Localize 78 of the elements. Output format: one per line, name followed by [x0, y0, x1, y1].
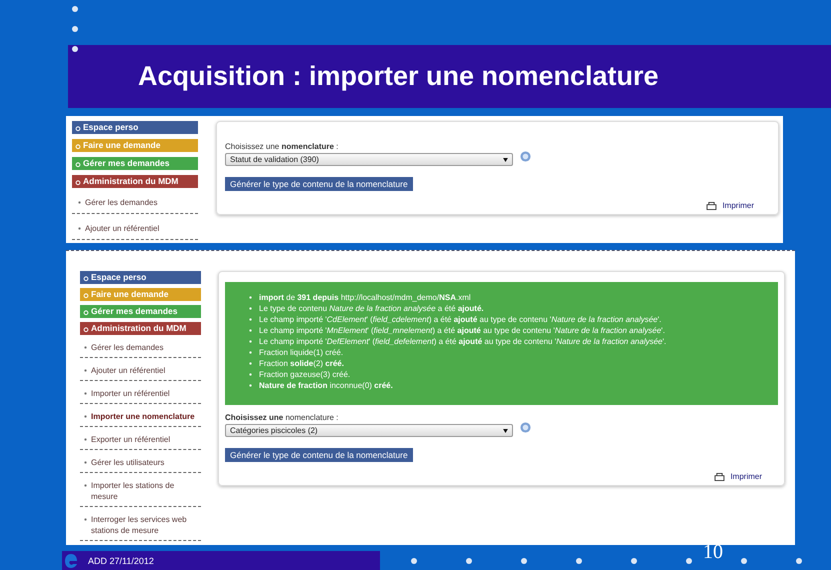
- bullet-icon: [84, 415, 87, 418]
- generate-button[interactable]: Générer le type de contenu de la nomenclature: [225, 448, 413, 462]
- bullet-icon: [84, 392, 87, 395]
- bullet-icon: [84, 484, 87, 487]
- submenu-link[interactable]: Importer les stations de mesure: [80, 477, 201, 507]
- bullet-icon: [83, 291, 89, 299]
- submenu-link[interactable]: Importer une nomenclature: [80, 408, 201, 427]
- status-message: Le champ importé 'MnElement' (field_mnelement) a été ajouté au type de contenu 'Nature de la fraction analysée'.: [259, 325, 665, 336]
- printer-icon: [706, 202, 718, 210]
- bullet-icon: [249, 351, 252, 354]
- bullet-icon: [75, 142, 81, 150]
- page-number: 10: [703, 541, 723, 564]
- bullet-dot: [72, 26, 78, 32]
- bullet-dot: [796, 558, 802, 564]
- bullet-icon: [84, 438, 87, 441]
- submenu-link[interactable]: Gérer les utilisateurs: [80, 454, 201, 473]
- help-icon[interactable]: [520, 151, 531, 162]
- bullet-icon: [83, 308, 89, 316]
- logo-icon: [64, 552, 78, 568]
- bullet-icon: [249, 296, 252, 299]
- status-message: Fraction liquide(1) créé.: [259, 347, 344, 358]
- help-icon[interactable]: [520, 422, 531, 433]
- bullet-icon: [78, 227, 81, 230]
- bullet-icon: [78, 201, 81, 204]
- status-message: Fraction solide(2) créé.: [259, 358, 344, 369]
- field-label: Choisissez une nomenclature :: [225, 413, 338, 422]
- bullet-icon: [84, 369, 87, 372]
- bullet-dot: [631, 558, 637, 564]
- printer-icon: [714, 472, 726, 480]
- bullet-dot: [466, 558, 472, 564]
- bullet-icon: [84, 518, 87, 521]
- caret-icon: [503, 428, 508, 432]
- caret-icon: [503, 158, 508, 162]
- nomenclature-dropdown[interactable]: Statut de validation (390): [225, 153, 513, 166]
- status-message: import de 391 depuis http://localhost/mdm_demo/NSA.xml: [259, 292, 471, 303]
- bullet-dot: [741, 558, 747, 564]
- bullet-icon: [84, 346, 87, 349]
- bullet-icon: [249, 340, 252, 343]
- submenu-link[interactable]: Gérer les demandes: [72, 193, 198, 214]
- menu-item[interactable]: Administration du MDM: [72, 175, 198, 188]
- menu-item[interactable]: Espace perso: [80, 271, 201, 284]
- status-message: Nature de fraction inconnue(0) créé.: [259, 380, 393, 391]
- bullet-icon: [249, 307, 252, 310]
- bullet-dot: [576, 558, 582, 564]
- bullet-icon: [83, 274, 89, 282]
- bullet-dot: [411, 558, 417, 564]
- status-message: Le champ importé 'CdElement' (field_cdelement) a été ajouté au type de contenu 'Nature de la fraction analysée'.: [259, 314, 662, 325]
- print-link[interactable]: Imprimer: [730, 472, 762, 481]
- bullet-icon: [249, 384, 252, 387]
- menu-item[interactable]: Administration du MDM: [80, 322, 201, 335]
- submenu-link[interactable]: Interroger les services web stations de mesure: [80, 511, 201, 541]
- field-label: Choisissez une nomenclature :: [225, 142, 338, 151]
- bullet-dot: [521, 558, 527, 564]
- bullet-icon: [249, 329, 252, 332]
- bullet-icon: [75, 160, 81, 168]
- submenu-link[interactable]: Gérer les demandes: [80, 339, 201, 358]
- bullet-icon: [249, 373, 252, 376]
- submenu-link[interactable]: Exporter un référentiel: [80, 431, 201, 450]
- status-message: Le type de contenu Nature de la fraction analysée a été ajouté.: [259, 303, 484, 314]
- slide-title: Acquisition : importer une nomenclature: [138, 61, 659, 92]
- bullet-icon: [249, 318, 252, 321]
- submenu-link[interactable]: Ajouter un référentiel: [80, 362, 201, 381]
- menu-item[interactable]: Espace perso: [72, 121, 198, 134]
- status-message: Fraction gazeuse(3) créé.: [259, 369, 350, 380]
- print-link[interactable]: Imprimer: [722, 201, 754, 210]
- submenu-link[interactable]: Ajouter un référentiel: [72, 219, 198, 240]
- bullet-icon: [83, 325, 89, 333]
- bullet-dot: [72, 6, 78, 12]
- bullet-icon: [249, 362, 252, 365]
- bullet-icon: [75, 124, 81, 132]
- nomenclature-dropdown[interactable]: Catégories piscicoles (2): [225, 424, 513, 437]
- generate-button[interactable]: Générer le type de contenu de la nomenclature: [225, 177, 413, 191]
- status-message: Le champ importé 'DefElement' (field_defelement) a été ajouté au type de contenu 'Nature de la fraction analysée'.: [259, 336, 666, 347]
- footer-date: ADD 27/11/2012: [88, 556, 154, 566]
- submenu-link[interactable]: Importer un référentiel: [80, 385, 201, 404]
- bullet-icon: [75, 178, 81, 186]
- bullet-dot: [686, 558, 692, 564]
- bullet-icon: [84, 461, 87, 464]
